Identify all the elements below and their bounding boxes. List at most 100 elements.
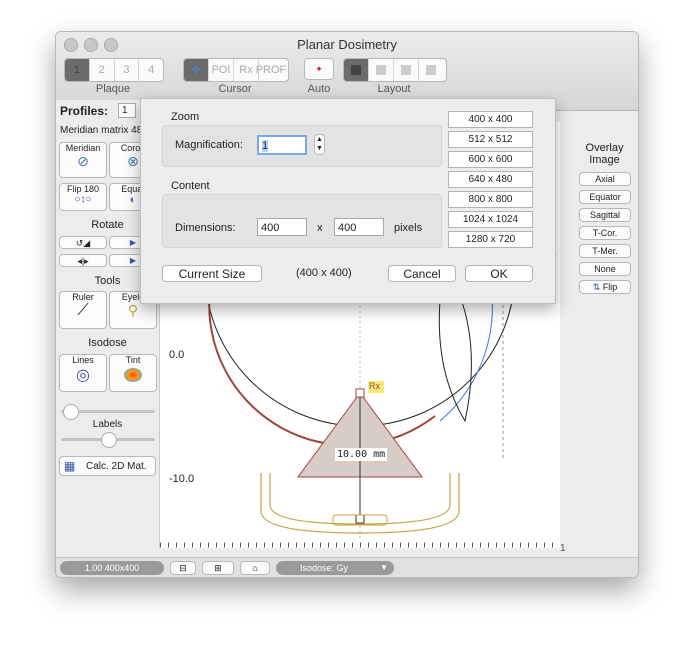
cursor-segmented-control[interactable]: ✛ POI Rx PROF [183,58,289,82]
isodose-lines-label: Lines [72,355,94,365]
plaque-tab-4[interactable]: 4 [139,59,163,81]
isodose-tint-button[interactable]: Tint [109,354,157,392]
preset-640x480-button[interactable]: 640 x 480 [448,171,533,188]
overlay-none-button[interactable]: None [579,262,631,276]
opacity-slider-thumb[interactable] [63,404,79,420]
magnification-field[interactable]: 1 [257,135,307,155]
grid-calc-icon: ▦ [64,459,76,473]
calc-2d-mat-button[interactable]: ▦ Calc. 2D Mat. [59,456,156,476]
flip-icon: ⇅ [592,282,601,292]
overlay-axial-button[interactable]: Axial [579,172,631,186]
chevron-down-icon: ▼ [380,563,388,572]
zoom-info-pill[interactable]: 1.00 400x400 [60,561,164,575]
preset-800x800-button[interactable]: 800 x 800 [448,191,533,208]
zoom-section-title: Zoom [171,111,200,123]
preset-400x400-button[interactable]: 400 x 400 [448,111,533,128]
plaque-label: Plaque [95,83,131,95]
overlay-title-line2: Image [589,154,620,166]
layout-segmented-control[interactable] [343,58,447,82]
dimensions-label: Dimensions: [175,222,236,234]
end-point-marker [355,514,365,524]
home-button[interactable]: ⌂ [240,561,270,575]
isodose-tint-label: Tint [125,355,141,365]
content-section-title: Content [171,180,210,192]
preset-1280x720-button[interactable]: 1280 x 720 [448,231,533,248]
dimension-x-label: x [317,222,323,234]
measure-label: 10.00 mm [335,448,388,461]
profile-cursor-icon[interactable]: PROF [256,59,287,81]
isodose-select-value: Isodose: Gy [300,563,349,573]
eye-meridian-icon: ⊘ [77,153,89,169]
width-field[interactable]: 400 [257,218,307,236]
stepper-down-icon: ▼ [316,145,323,152]
rx-tag: Rx [369,381,380,391]
mirror-button[interactable]: ◂|▸ [59,254,107,267]
pixels-label: pixels [394,222,423,234]
labels-slider-thumb[interactable] [101,432,117,448]
ruler-tool-label: Ruler [72,292,94,302]
preset-600x600-button[interactable]: 600 x 600 [448,151,533,168]
layout-option-1[interactable] [344,59,369,81]
plaque-tab-1[interactable]: 1 [65,59,90,81]
home-icon: ⌂ [252,563,258,573]
rx-point-marker [355,388,365,398]
isodose-lines-icon: ◎ [76,367,90,384]
rotate-ccw-icon: ↺◢ [75,238,91,248]
current-size-button[interactable]: Current Size [162,265,262,282]
overlay-panel: Overlay Image Axial Equator Sagittal T-C… [572,142,637,298]
overlay-t-cor-button[interactable]: T-Cor. [579,226,631,240]
plaque-tab-3[interactable]: 3 [115,59,140,81]
calc-2d-mat-label: Calc. 2D Mat. [86,461,147,472]
zoom-in-icon: ⊞ [214,563,222,573]
overlay-flip-button[interactable]: ⇅ Flip [579,280,631,294]
ok-button[interactable]: OK [465,265,533,282]
auto-button[interactable]: ✦ [304,58,334,80]
cancel-button[interactable]: Cancel [388,265,456,282]
magnification-stepper[interactable]: ▲ ▼ [314,134,325,155]
overlay-sagittal-button[interactable]: Sagittal [579,208,631,222]
sclera-contour [208,290,436,447]
layout-option-2[interactable] [369,59,394,81]
ruler-line-icon: ⟋ [77,302,89,319]
flip-arrows-icon: ○↕○ [74,194,92,205]
isodose-select[interactable]: Isodose: Gy ▼ [276,561,394,575]
preset-1024x1024-button[interactable]: 1024 x 1024 [448,211,533,228]
zoom-out-icon: ⊟ [179,563,187,573]
zoom-out-button[interactable]: ⊟ [170,561,196,575]
rotate-ccw-button[interactable]: ↺◢ [59,236,107,249]
layout-option-4[interactable] [419,59,443,81]
y-tick-minus-10: -10.0 [169,473,195,485]
profiles-field[interactable]: 1 [118,103,136,118]
page-number: 1 [560,543,566,554]
zoom-in-button[interactable]: ⊞ [202,561,234,575]
window-title: Planar Dosimetry [297,37,397,52]
overlay-equator-button[interactable]: Equator [579,190,631,204]
eyelet-icon: ⚲ [127,302,139,318]
plaque-segmented-control[interactable]: 1 2 3 4 [64,58,164,82]
labels-label: Labels [92,419,123,430]
auto-rx-icon: ✦ [315,64,323,74]
plaque-tab-2[interactable]: 2 [90,59,115,81]
ruler-tool-button[interactable]: Ruler ⟋ [59,291,107,329]
preset-512x512-button[interactable]: 512 x 512 [448,131,533,148]
overlay-t-mer-button[interactable]: T-Mer. [579,244,631,258]
zoom-dialog: Zoom Magnification: 1 ▲ ▼ Content width … [140,98,556,304]
isodose-tint-icon [124,368,142,382]
poi-cursor-icon[interactable]: POI [209,59,234,81]
status-bar: 1.00 400x400 ⊟ ⊞ ⌂ Isodose: Gy ▼ [56,557,638,577]
profiles-label: Profiles: [60,104,109,118]
layout-option-3[interactable] [394,59,419,81]
content-group: Dimensions: 400 x 400 pixels [162,194,442,248]
current-size-value: (400 x 400) [296,267,352,279]
lens-contour [438,295,472,423]
isodose-lines-button[interactable]: Lines ◎ [59,354,107,392]
height-field[interactable]: 400 [334,218,384,236]
flip-180-button[interactable]: Flip 180 ○↕○ [59,183,107,211]
overlay-title-line1: Overlay [585,142,624,154]
flip-180-label: Flip 180 [66,184,100,194]
crosshair-cursor-icon[interactable]: ✛ [184,59,209,81]
meridian-view-button[interactable]: Meridian ⊘ [59,142,107,178]
y-tick-0: 0.0 [169,349,185,361]
magnification-value: 1 [262,140,269,152]
meridian-matrix-text: Meridian matrix 48 [60,125,143,136]
